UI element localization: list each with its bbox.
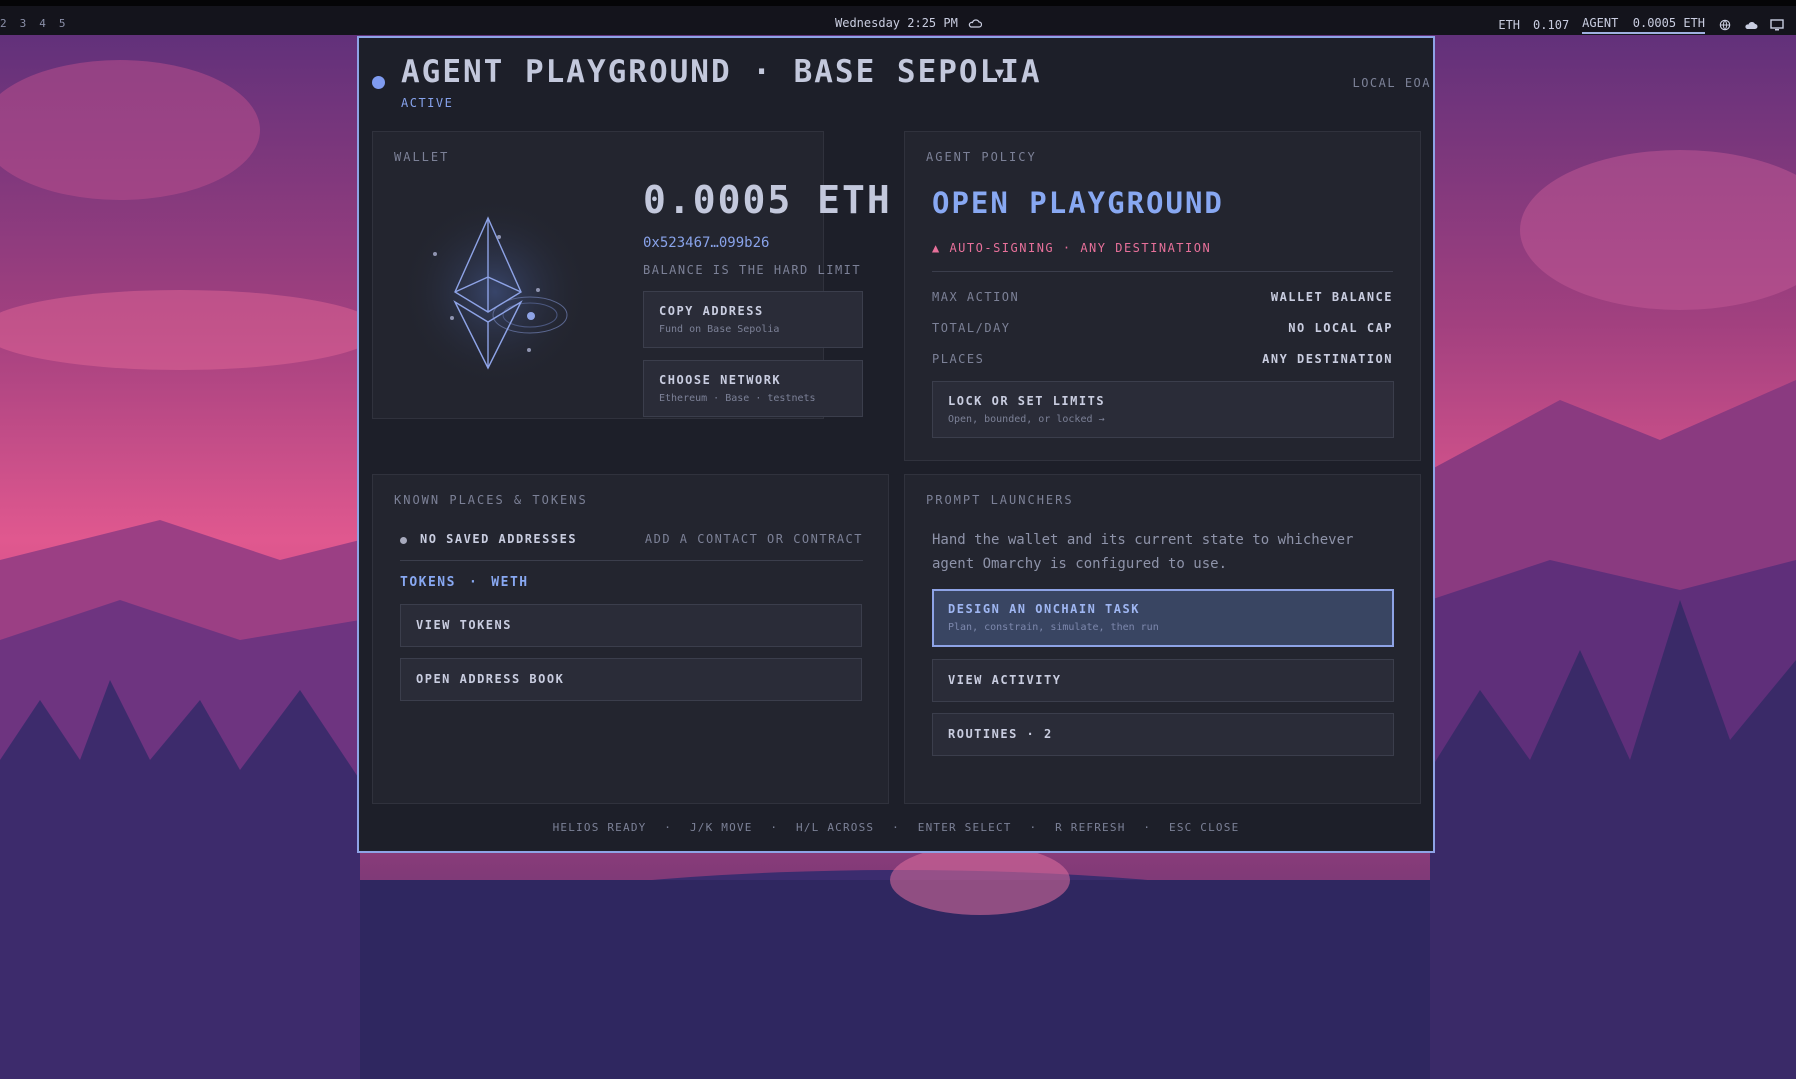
wallet-balance: 0.0005 ETH: [643, 178, 892, 222]
design-onchain-task-button[interactable]: DESIGN AN ONCHAIN TASK Plan, constrain, …: [932, 589, 1394, 647]
agent-wallet-indicator[interactable]: AGENT 0.0005 ETH: [1582, 16, 1705, 34]
saved-addresses-row: NO SAVED ADDRESSES ADD A CONTACT OR CONT…: [400, 532, 863, 550]
panel-title-policy: AGENT POLICY: [926, 150, 1037, 164]
balance-hint: BALANCE IS THE HARD LIMIT: [643, 263, 862, 277]
view-activity-button[interactable]: VIEW ACTIVITY: [932, 659, 1394, 702]
policy-mode: OPEN PLAYGROUND: [932, 186, 1224, 220]
hint-esc-close: ESC CLOSE: [1169, 821, 1240, 834]
bullet-icon: [400, 537, 407, 544]
tokens-row: TOKENS · WETH: [400, 575, 529, 590]
choose-network-sub: Ethereum · Base · testnets: [659, 393, 816, 404]
cloud-icon[interactable]: [1744, 19, 1758, 31]
add-contact-link[interactable]: ADD A CONTACT OR CONTRACT: [645, 532, 863, 546]
weather-icon: [968, 19, 982, 28]
clock-text: Wednesday 2:25 PM: [835, 16, 958, 30]
policy-value: NO LOCAL CAP: [1288, 321, 1393, 335]
choose-network-button[interactable]: CHOOSE NETWORK Ethereum · Base · testnet…: [643, 360, 863, 417]
hint-jk-move: J/K MOVE: [689, 821, 753, 834]
known-places-panel: KNOWN PLACES & TOKENS NO SAVED ADDRESSES…: [372, 474, 889, 804]
hint-separator: ·: [770, 821, 779, 834]
choose-network-label: CHOOSE NETWORK: [659, 373, 782, 387]
panel-title-places: KNOWN PLACES & TOKENS: [394, 493, 588, 507]
ethereum-logo-icon: [400, 197, 590, 387]
token-weth[interactable]: WETH: [491, 575, 528, 590]
lock-limits-sub: Open, bounded, or locked →: [948, 414, 1105, 425]
agent-playground-window: AGENT PLAYGROUND · BASE SEPOLIA ▼ ACTIVE…: [357, 36, 1435, 853]
agent-policy-panel: AGENT POLICY OPEN PLAYGROUND ▲ AUTO-SIGN…: [904, 131, 1421, 461]
policy-value: ANY DESTINATION: [1262, 352, 1393, 366]
lock-limits-label: LOCK OR SET LIMITS: [948, 394, 1106, 408]
policy-value: WALLET BALANCE: [1270, 290, 1393, 304]
panel-title-wallet: WALLET: [394, 150, 450, 164]
clock[interactable]: Wednesday 2:25 PM: [835, 16, 982, 30]
policy-key: MAX ACTION: [932, 290, 1020, 304]
hint-enter-select: ENTER SELECT: [917, 821, 1012, 834]
tokens-separator: ·: [468, 575, 479, 590]
design-task-sub: Plan, constrain, simulate, then run: [948, 622, 1159, 633]
copy-address-sub: Fund on Base Sepolia: [659, 324, 780, 335]
status-label: ACTIVE: [401, 96, 454, 110]
keyboard-hints-footer: HELIOS READY · J/K MOVE · H/L ACROSS · E…: [359, 821, 1433, 834]
hint-helios-ready: HELIOS READY: [552, 821, 647, 834]
policy-key: PLACES: [932, 352, 985, 366]
agent-label: AGENT: [1582, 16, 1619, 30]
monitor-icon[interactable]: [1770, 19, 1784, 31]
eth-ticker-label[interactable]: ETH: [1498, 18, 1520, 32]
policy-row-max-action: MAX ACTION WALLET BALANCE: [932, 290, 1393, 308]
view-activity-label: VIEW ACTIVITY: [948, 673, 1062, 687]
top-status-bar: 2 3 4 5 Wednesday 2:25 PM ETH 0.107 AGEN…: [0, 0, 1796, 35]
lock-or-set-limits-button[interactable]: LOCK OR SET LIMITS Open, bounded, or loc…: [932, 381, 1394, 438]
divider: [400, 560, 863, 561]
design-task-label: DESIGN AN ONCHAIN TASK: [948, 602, 1140, 616]
globe-icon[interactable]: [1718, 19, 1732, 31]
copy-address-label: COPY ADDRESS: [659, 304, 764, 318]
address-book-label: OPEN ADDRESS BOOK: [416, 672, 565, 686]
divider: [932, 271, 1393, 272]
workspace-2[interactable]: 2: [0, 17, 7, 30]
agent-balance: 0.0005 ETH: [1632, 16, 1705, 30]
hint-r-refresh: R REFRESH: [1055, 821, 1126, 834]
hint-hl-across: H/L ACROSS: [796, 821, 875, 834]
view-tokens-label: VIEW TOKENS: [416, 618, 512, 632]
hint-separator: ·: [1143, 821, 1152, 834]
active-status-dot: [372, 76, 385, 89]
routines-label: ROUTINES · 2: [948, 727, 1053, 741]
window-title: AGENT PLAYGROUND · BASE SEPOLIA: [401, 54, 1042, 90]
policy-row-total-day: TOTAL/DAY NO LOCAL CAP: [932, 321, 1393, 339]
policy-key: TOTAL/DAY: [932, 321, 1011, 335]
workspace-switcher: 2 3 4 5: [0, 17, 66, 30]
launchers-description: Hand the wallet and its current state to…: [932, 532, 1354, 572]
system-tray: ETH 0.107 AGENT 0.0005 ETH: [1498, 16, 1796, 34]
routines-button[interactable]: ROUTINES · 2: [932, 713, 1394, 756]
view-tokens-button[interactable]: VIEW TOKENS: [400, 604, 862, 647]
copy-address-button[interactable]: COPY ADDRESS Fund on Base Sepolia: [643, 291, 863, 348]
hint-separator: ·: [892, 821, 900, 834]
workspace-3[interactable]: 3: [20, 17, 27, 30]
auto-signing-warning: ▲ AUTO-SIGNING · ANY DESTINATION: [932, 241, 1212, 255]
open-address-book-button[interactable]: OPEN ADDRESS BOOK: [400, 658, 862, 701]
wallet-address[interactable]: 0x523467…099b26: [643, 235, 769, 251]
hint-separator: ·: [1029, 821, 1038, 834]
panel-title-launchers: PROMPT LAUNCHERS: [926, 493, 1074, 507]
hint-separator: ·: [664, 821, 673, 834]
wallet-panel: WALLET 0.0005 ETH 0x523467…099b26 BALANC…: [372, 131, 890, 419]
workspace-5[interactable]: 5: [59, 17, 66, 30]
account-mode-label: LOCAL EOA: [1352, 76, 1431, 90]
tokens-label: TOKENS: [400, 575, 456, 590]
prompt-launchers-panel: PROMPT LAUNCHERS Hand the wallet and its…: [904, 474, 1421, 804]
policy-row-places: PLACES ANY DESTINATION: [932, 352, 1393, 370]
eth-ticker-value: 0.107: [1533, 18, 1570, 32]
no-saved-addresses: NO SAVED ADDRESSES: [420, 532, 578, 546]
network-dropdown-caret-icon[interactable]: ▼: [995, 64, 1004, 82]
workspace-4[interactable]: 4: [39, 17, 46, 30]
